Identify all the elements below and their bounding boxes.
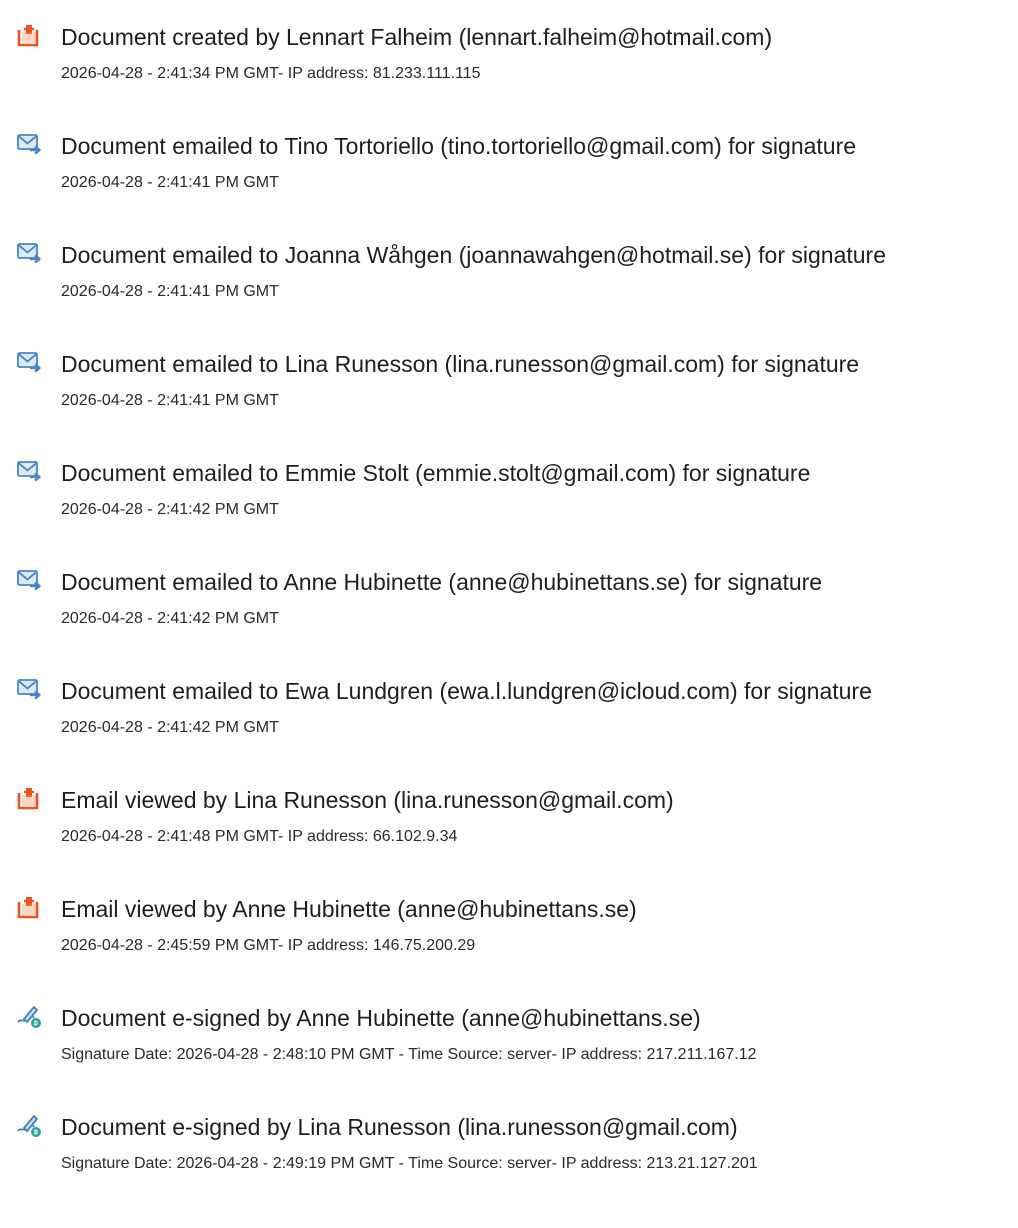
entry-title: Email viewed by Anne Hubinette (anne@hub…	[61, 896, 637, 922]
audit-entry-emailed: Document emailed to Anne Hubinette (anne…	[0, 567, 1018, 657]
email-sent-icon	[16, 567, 42, 593]
audit-entry-emailed: Document emailed to Tino Tortoriello (ti…	[0, 131, 1018, 221]
email-sent-icon	[16, 349, 42, 375]
entry-title: Document e-signed by Anne Hubinette (ann…	[61, 1005, 701, 1031]
entry-title: Document emailed to Lina Runesson (lina.…	[61, 351, 860, 377]
audit-entry-document-created: Document created by Lennart Falheim (len…	[0, 22, 1018, 112]
document-created-icon	[16, 22, 42, 48]
audit-entry-emailed: Document emailed to Ewa Lundgren (ewa.l.…	[0, 676, 1018, 766]
audit-entry-email-viewed: Email viewed by Anne Hubinette (anne@hub…	[0, 894, 1018, 984]
entry-detail: 2026-04-28 - 2:41:41 PM GMT	[61, 174, 279, 191]
email-sent-icon	[16, 240, 42, 266]
entry-title: Document emailed to Joanna Wåhgen (joann…	[61, 242, 886, 268]
entry-detail: Signature Date: 2026-04-28 - 2:49:19 PM …	[61, 1155, 758, 1172]
entry-detail: Signature Date: 2026-04-28 - 2:48:10 PM …	[61, 1046, 757, 1063]
entry-title: Document emailed to Tino Tortoriello (ti…	[61, 133, 857, 159]
audit-entry-emailed: Document emailed to Emmie Stolt (emmie.s…	[0, 458, 1018, 548]
email-sent-icon	[16, 458, 42, 484]
entry-title: Document e-signed by Lina Runesson (lina…	[61, 1114, 738, 1140]
document-viewed-icon	[16, 894, 42, 920]
e-signed-icon	[16, 1112, 42, 1138]
e-signed-icon	[16, 1003, 42, 1029]
entry-title: Email viewed by Lina Runesson (lina.rune…	[61, 787, 674, 813]
entry-detail: 2026-04-28 - 2:41:41 PM GMT	[61, 392, 279, 409]
entry-title: Document emailed to Ewa Lundgren (ewa.l.…	[61, 678, 872, 704]
entry-detail: 2026-04-28 - 2:41:34 PM GMT- IP address:…	[61, 65, 481, 82]
entry-title: Document emailed to Anne Hubinette (anne…	[61, 569, 823, 595]
audit-entry-emailed: Document emailed to Lina Runesson (lina.…	[0, 349, 1018, 439]
document-viewed-icon	[16, 785, 42, 811]
entry-detail: 2026-04-28 - 2:41:42 PM GMT	[61, 501, 279, 518]
audit-entry-e-signed: Document e-signed by Anne Hubinette (ann…	[0, 1003, 1018, 1093]
audit-entry-emailed: Document emailed to Joanna Wåhgen (joann…	[0, 240, 1018, 330]
audit-entry-e-signed: Document e-signed by Lina Runesson (lina…	[0, 1112, 1018, 1202]
entry-detail: 2026-04-28 - 2:41:42 PM GMT	[61, 610, 279, 627]
email-sent-icon	[16, 131, 42, 157]
entry-detail: 2026-04-28 - 2:41:48 PM GMT- IP address:…	[61, 828, 458, 845]
email-sent-icon	[16, 676, 42, 702]
entry-detail: 2026-04-28 - 2:41:41 PM GMT	[61, 283, 279, 300]
entry-title: Document created by Lennart Falheim (len…	[61, 24, 773, 50]
entry-detail: 2026-04-28 - 2:41:42 PM GMT	[61, 719, 279, 736]
audit-entry-email-viewed: Email viewed by Lina Runesson (lina.rune…	[0, 785, 1018, 875]
entry-detail: 2026-04-28 - 2:45:59 PM GMT- IP address:…	[61, 937, 476, 954]
entry-title: Document emailed to Emmie Stolt (emmie.s…	[61, 460, 811, 486]
